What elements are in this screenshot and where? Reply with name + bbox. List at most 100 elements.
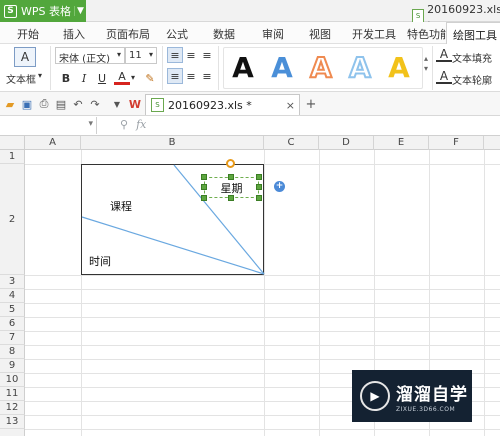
resize-handle[interactable] (256, 195, 262, 201)
tab-insert[interactable]: 插入 (63, 26, 85, 42)
row-header[interactable]: 5 (0, 303, 25, 317)
column-header[interactable]: C (264, 136, 319, 150)
align-right-icon[interactable]: ≡ (199, 68, 215, 84)
column-header[interactable]: A (25, 136, 81, 150)
row-header[interactable]: 13 (0, 415, 25, 429)
divider (50, 46, 51, 90)
resize-handle[interactable] (228, 174, 234, 180)
chevron-down-icon: ▾ (88, 119, 93, 129)
open-folder-icon[interactable]: ▰ (3, 97, 17, 111)
row-header[interactable]: 7 (0, 331, 25, 345)
watermark-text: 溜溜自学 (396, 384, 468, 405)
tab-data[interactable]: 数据 (213, 26, 235, 42)
row-header[interactable]: 3 (0, 275, 25, 289)
text-outline-button[interactable]: 文本轮廓 (452, 72, 492, 87)
row-header[interactable]: 9 (0, 359, 25, 373)
chevron-down-icon[interactable]: ▾ (131, 73, 135, 82)
watermark-subtext: ZIXUE.3D66.COM (396, 405, 456, 413)
resize-handle[interactable] (228, 195, 234, 201)
row-header[interactable]: 2 (0, 164, 25, 275)
row-header[interactable]: 6 (0, 317, 25, 331)
cell-label-course: 课程 (110, 200, 132, 213)
print-preview-icon[interactable]: ▤ (54, 97, 68, 111)
font-size-value: 11 (129, 50, 142, 61)
gridline (25, 331, 500, 332)
column-header[interactable]: E (374, 136, 429, 150)
align-middle-icon[interactable]: ≡ (183, 47, 199, 63)
watermark-logo: ▶ 溜溜自学 ZIXUE.3D66.COM (352, 370, 472, 422)
tab-view[interactable]: 视图 (309, 26, 331, 42)
save-icon[interactable]: ▣ (20, 97, 34, 111)
print-icon[interactable]: ⎙ (37, 97, 51, 111)
font-size-select[interactable]: 11 ▾ (125, 47, 157, 64)
title-bar: S WPS 表格 ▼ S 20160923.xls · (0, 0, 500, 29)
rotate-handle[interactable] (226, 159, 235, 168)
underline-button[interactable]: U (94, 70, 110, 86)
row-header[interactable]: 10 (0, 373, 25, 387)
column-header[interactable]: B (81, 136, 264, 150)
chevron-down-icon[interactable]: ▼ (74, 6, 86, 16)
column-header[interactable]: F (429, 136, 484, 150)
name-box[interactable]: ▾ (0, 117, 97, 134)
tab-review[interactable]: 审阅 (262, 26, 284, 42)
chevron-down-icon[interactable]: ▾ (38, 71, 42, 80)
italic-button[interactable]: I (76, 70, 92, 86)
resize-handle[interactable] (201, 195, 207, 201)
gallery-more-icon[interactable]: ▾ (424, 64, 428, 73)
play-icon: ▶ (360, 381, 390, 411)
text-fill-icon[interactable]: A (436, 47, 452, 62)
column-header[interactable]: D (319, 136, 374, 150)
wps-menu-button[interactable]: S WPS 表格 ▼ (0, 0, 86, 22)
redo-icon[interactable]: ↷ (88, 97, 102, 111)
resize-handle[interactable] (256, 184, 262, 190)
gridline (25, 275, 500, 276)
tab-formulas[interactable]: 公式 (166, 26, 188, 42)
tab-home[interactable]: 开始 (17, 26, 39, 42)
file-tab-label: 20160923.xls * (168, 98, 252, 112)
tab-drawing-tools[interactable]: 绘图工具 (446, 22, 500, 44)
gridline (25, 303, 500, 304)
align-bottom-icon[interactable]: ≡ (199, 47, 215, 63)
clear-format-icon[interactable]: ✎ (142, 70, 158, 86)
chevron-down-icon[interactable]: ▼ (110, 97, 124, 111)
close-icon[interactable]: × (286, 99, 295, 112)
resize-handle[interactable] (201, 174, 207, 180)
align-top-icon[interactable]: ≡ (167, 47, 183, 63)
function-icon[interactable]: fx (136, 118, 146, 131)
plus-icon[interactable]: + (274, 181, 285, 192)
row-header[interactable]: 1 (0, 150, 25, 164)
font-name-select[interactable]: 宋体 (正文) ▾ (55, 47, 125, 65)
column-headers: A B C D E F (0, 136, 500, 150)
bold-button[interactable]: B (58, 70, 74, 86)
textbox-button[interactable]: 文本框 (6, 71, 36, 86)
wps-logo-icon: S (4, 4, 17, 18)
row-header[interactable]: 8 (0, 345, 25, 359)
align-center-icon[interactable]: ≡ (183, 68, 199, 84)
row-header[interactable]: 4 (0, 289, 25, 303)
zoom-icon[interactable]: ⚲ (120, 118, 128, 131)
wps-cloud-icon[interactable]: W (128, 97, 142, 111)
align-left-icon[interactable]: ≡ (167, 68, 183, 84)
art-style-gold[interactable]: A (374, 47, 424, 87)
cell-label-time: 时间 (89, 255, 111, 268)
new-tab-button[interactable]: + (304, 97, 318, 112)
tab-special-features[interactable]: 特色功能 (407, 26, 451, 42)
undo-icon[interactable]: ↶ (71, 97, 85, 111)
chevron-down-icon: ▾ (116, 50, 121, 59)
tab-page-layout[interactable]: 页面布局 (106, 26, 150, 42)
file-tab[interactable]: S 20160923.xls * × (145, 94, 300, 115)
tab-developer[interactable]: 开发工具 (352, 26, 396, 42)
formula-tools: ⚲ fx (120, 118, 146, 131)
resize-handle[interactable] (256, 174, 262, 180)
resize-handle[interactable] (201, 184, 207, 190)
font-color-button[interactable]: A (114, 70, 130, 85)
text-fill-button[interactable]: 文本填充 (452, 50, 492, 65)
row-header[interactable] (0, 429, 25, 436)
row-header[interactable]: 12 (0, 401, 25, 415)
select-all-corner[interactable] (0, 136, 25, 150)
row-header[interactable]: 11 (0, 387, 25, 401)
gallery-scroll-icon[interactable]: ▴ (424, 54, 428, 63)
textbox-icon[interactable]: A (14, 47, 36, 67)
gridline (25, 289, 500, 290)
text-outline-icon[interactable]: A (436, 69, 452, 84)
